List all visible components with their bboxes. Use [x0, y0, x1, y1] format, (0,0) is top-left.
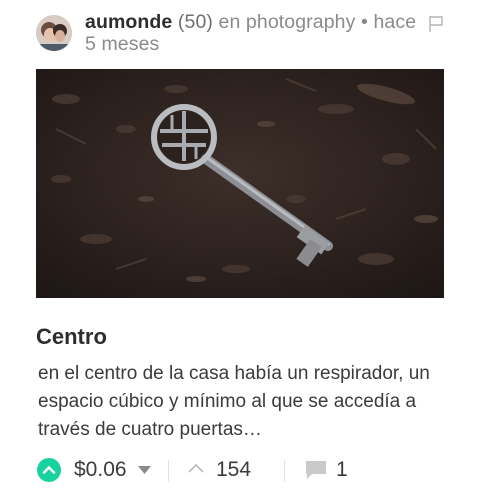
post-excerpt[interactable]: en el centro de la casa había un respira…: [38, 360, 448, 444]
post-image[interactable]: [36, 69, 444, 298]
vote-count[interactable]: 154: [216, 457, 251, 483]
upvote-icon: [42, 466, 56, 474]
upvote-button[interactable]: [37, 458, 61, 482]
post-footer: $0.06 154 1: [0, 452, 480, 488]
post-time: 5 meses: [85, 33, 160, 55]
divider: [168, 460, 169, 482]
chevron-down-icon[interactable]: [138, 466, 151, 474]
avatar[interactable]: [36, 15, 72, 51]
flag-icon[interactable]: [428, 15, 444, 33]
author-name[interactable]: aumonde: [85, 11, 172, 33]
post-meta: aumonde (50) en photography • hace 5 mes…: [85, 11, 430, 55]
payout-value[interactable]: $0.06: [74, 457, 127, 483]
comment-count[interactable]: 1: [336, 457, 348, 483]
post-category[interactable]: en photography: [219, 11, 356, 33]
comment-icon[interactable]: [304, 459, 328, 481]
chevron-up-icon[interactable]: [188, 463, 204, 473]
divider: [284, 460, 285, 482]
meta-separator: •: [360, 11, 368, 33]
post-card: aumonde (50) en photography • hace 5 mes…: [0, 0, 480, 497]
post-time-prefix: hace: [373, 11, 417, 33]
post-title[interactable]: Centro: [36, 325, 107, 349]
author-reputation: (50): [177, 11, 213, 33]
